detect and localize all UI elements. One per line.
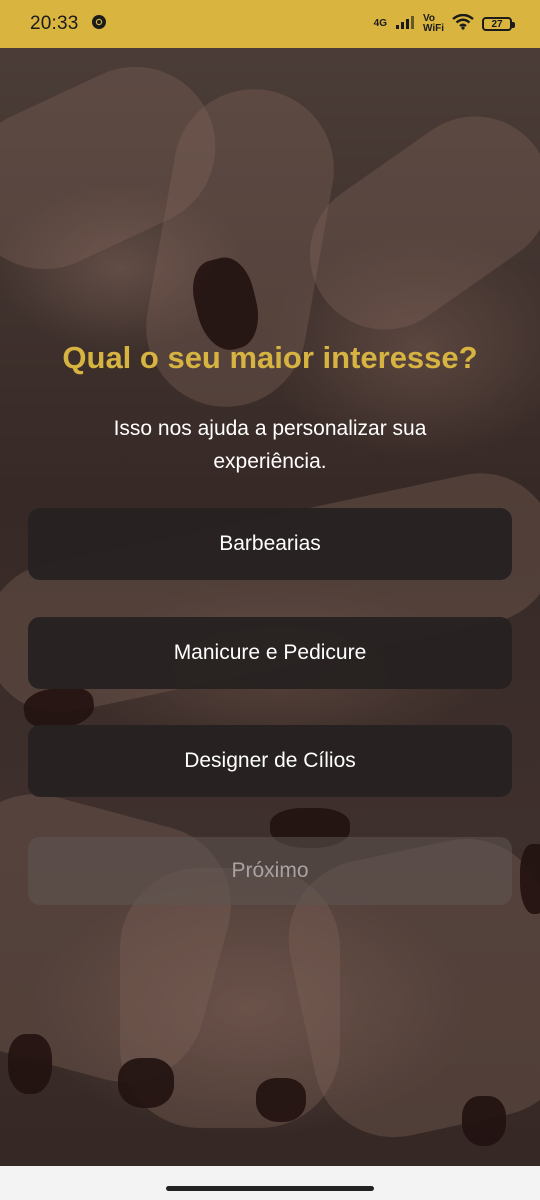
status-bar: 20:33 4G Vo WiFi 27 [0, 0, 540, 48]
chrome-icon [91, 14, 107, 34]
wifi-icon [452, 13, 474, 34]
volte-indicator: Vo WiFi [423, 14, 444, 34]
option-manicure-pedicure-button[interactable]: Manicure e Pedicure [28, 617, 512, 689]
volte-bottom: WiFi [422, 23, 444, 34]
page-subtitle: Isso nos ajuda a personalizar sua experi… [113, 417, 427, 473]
page-title: Qual o seu maior interesse? [62, 340, 478, 375]
status-right: 4G Vo WiFi 27 [373, 13, 515, 34]
option-designer-cilios-button[interactable]: Designer de Cílios [28, 725, 512, 797]
network-type: 4G [373, 18, 387, 29]
onboarding-interest-screen: Qual o seu maior interesse? Isso nos aju… [0, 48, 540, 1166]
home-indicator[interactable] [166, 1186, 374, 1191]
option-barbearias-button[interactable]: Barbearias [28, 508, 512, 580]
status-left: 20:33 [30, 13, 107, 35]
next-button[interactable]: Próximo [28, 837, 512, 905]
battery-icon: 27 [482, 17, 515, 31]
signal-icon [395, 14, 415, 34]
status-time: 20:33 [30, 13, 79, 34]
system-navigation-bar [0, 1166, 540, 1200]
